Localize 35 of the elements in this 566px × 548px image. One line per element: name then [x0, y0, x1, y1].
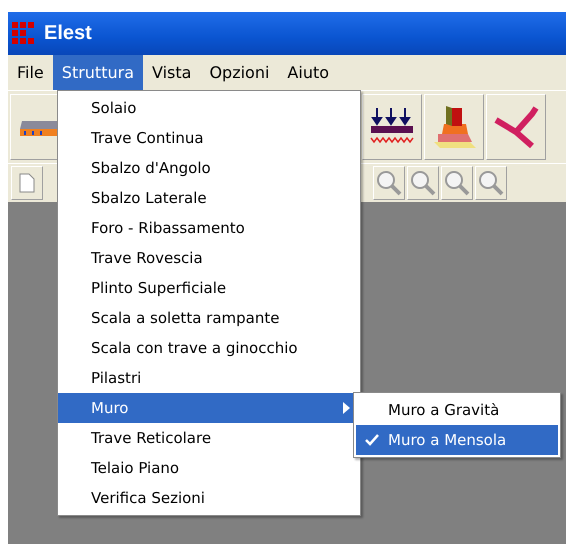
stair-icon — [492, 104, 540, 150]
magnifier-icon — [478, 170, 504, 196]
magnifier-icon — [444, 170, 470, 196]
menu-item[interactable]: Muro a Mensola — [356, 425, 558, 455]
menu-item[interactable]: Aiuto — [278, 55, 338, 90]
zoom-button[interactable] — [373, 166, 405, 200]
menu-item[interactable]: Vista — [143, 55, 200, 90]
zoom-button[interactable] — [475, 166, 507, 200]
menu-item[interactable]: Struttura — [52, 55, 143, 90]
menu-item[interactable]: Foro - Ribassamento — [58, 213, 360, 243]
load-tool-button[interactable] — [362, 94, 422, 160]
menu-item[interactable]: Scala con trave a ginocchio — [58, 333, 360, 363]
submenu-arrow-icon — [343, 402, 350, 414]
menu-item[interactable]: Sbalzo Laterale — [58, 183, 360, 213]
menu-item[interactable]: Opzioni — [200, 55, 278, 90]
menu-item[interactable]: Telaio Piano — [58, 453, 360, 483]
new-button[interactable] — [11, 166, 43, 200]
app-logo-icon — [12, 22, 36, 46]
stair-tool-button[interactable] — [486, 94, 546, 160]
menu-item[interactable]: Scala a soletta rampante — [58, 303, 360, 333]
menu-item[interactable]: Trave Rovescia — [58, 243, 360, 273]
zoom-button[interactable] — [441, 166, 473, 200]
menu-item[interactable]: Plinto Superficiale — [58, 273, 360, 303]
menu-item[interactable]: Trave Continua — [58, 123, 360, 153]
menu-item[interactable]: File — [8, 55, 53, 90]
page-icon — [19, 173, 35, 193]
foundation-tool-button[interactable] — [424, 94, 484, 160]
menu-item[interactable]: Verifica Sezioni — [58, 483, 360, 513]
menu-item[interactable]: Solaio — [58, 93, 360, 123]
magnifier-icon — [410, 170, 436, 196]
window-title: Elest — [44, 22, 92, 45]
zoom-button[interactable] — [407, 166, 439, 200]
menu-item[interactable]: Sbalzo d'Angolo — [58, 153, 360, 183]
magnifier-icon — [376, 170, 402, 196]
menu-item[interactable]: Pilastri — [58, 363, 360, 393]
